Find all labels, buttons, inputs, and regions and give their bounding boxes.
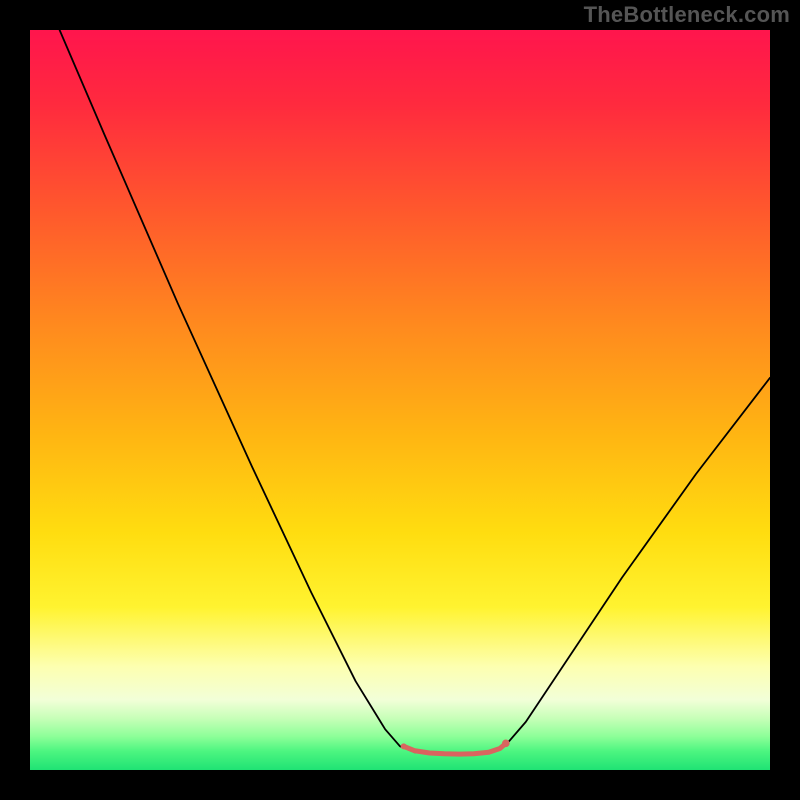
series-optimal-marker-endpoint xyxy=(401,743,407,749)
series-optimal-marker-endpoint xyxy=(502,740,510,748)
chart-background xyxy=(30,30,770,770)
chart-svg xyxy=(30,30,770,770)
watermark-label: TheBottleneck.com xyxy=(584,2,790,28)
chart-plot-area xyxy=(30,30,770,770)
app-frame: TheBottleneck.com xyxy=(0,0,800,800)
